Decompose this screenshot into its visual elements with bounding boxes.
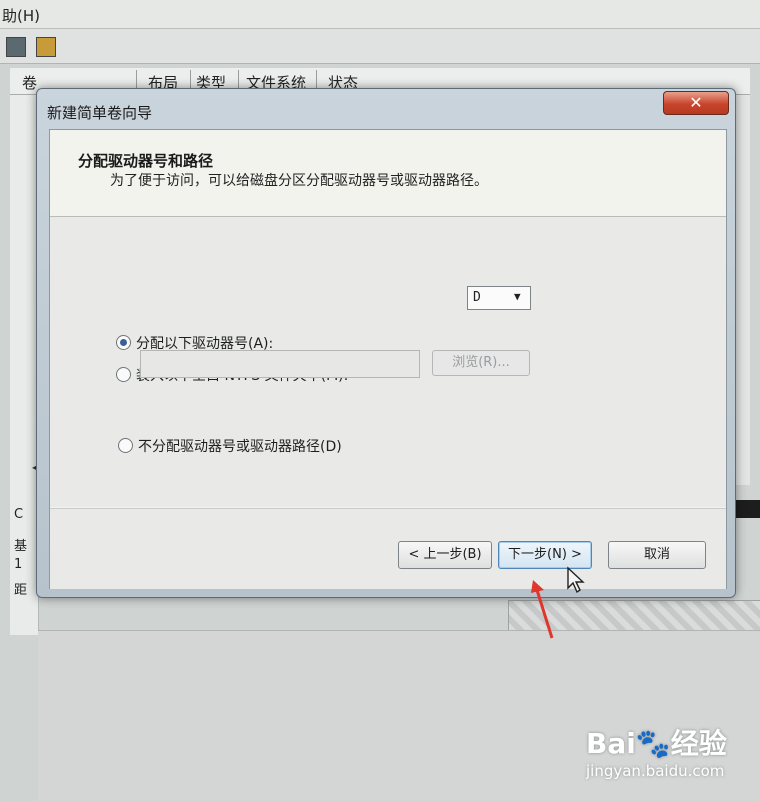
properties-icon[interactable]	[6, 37, 26, 57]
wizard-header: 分配驱动器号和路径 为了便于访问，可以给磁盘分区分配驱动器号或驱动器路径。	[50, 130, 726, 217]
disk-label-basic: 基	[14, 539, 28, 554]
option-label: 不分配驱动器号或驱动器路径(D)	[138, 439, 342, 455]
disk-label-c: C	[14, 507, 24, 522]
help-icon[interactable]	[36, 37, 56, 57]
disk-label-status: 距	[14, 583, 28, 598]
dialog-titlebar[interactable]: 新建简单卷向导 ✕	[37, 89, 735, 129]
page-description: 为了便于访问，可以给磁盘分区分配驱动器号或驱动器路径。	[110, 173, 488, 189]
folder-path-input[interactable]	[140, 350, 420, 378]
red-arrow-icon	[531, 580, 554, 639]
next-button[interactable]: 下一步(N) >	[498, 541, 592, 569]
close-icon: ✕	[689, 93, 703, 112]
new-simple-volume-wizard: 新建简单卷向导 ✕ 分配驱动器号和路径 为了便于访问，可以给磁盘分区分配驱动器号…	[36, 88, 736, 598]
browse-button[interactable]: 浏览(R)...	[432, 350, 530, 376]
baidu-watermark: Bai🐾经验 jingyan.baidu.com	[586, 722, 756, 786]
watermark-url: jingyan.baidu.com	[586, 762, 725, 780]
dialog-content: 分配驱动器号和路径 为了便于访问，可以给磁盘分区分配驱动器号或驱动器路径。 分配…	[49, 129, 727, 589]
page-title: 分配驱动器号和路径	[78, 152, 214, 170]
radio-mount-folder[interactable]	[116, 367, 131, 382]
toolbar	[0, 29, 760, 64]
cancel-button[interactable]: 取消	[608, 541, 706, 569]
back-button[interactable]: < 上一步(B)	[398, 541, 492, 569]
watermark-logo: Bai🐾经验	[586, 727, 727, 760]
wizard-footer: < 上一步(B) 下一步(N) > 取消	[50, 508, 726, 589]
column-volume[interactable]: 卷	[22, 72, 37, 93]
mouse-cursor-icon	[567, 566, 585, 594]
menu-help[interactable]: 助(H)	[2, 5, 40, 26]
radio-no-letter[interactable]	[118, 438, 133, 453]
dialog-title: 新建简单卷向导	[47, 104, 153, 122]
disk-label-size: 1	[14, 557, 23, 572]
drive-letter-value: D	[473, 290, 481, 305]
radio-assign-letter[interactable]	[116, 335, 131, 350]
chevron-down-icon: ▼	[514, 290, 521, 303]
close-button[interactable]: ✕	[663, 91, 729, 115]
menu-bar: 助(H)	[0, 0, 760, 29]
disk-label-column: C 基 1 距	[10, 95, 39, 635]
drive-letter-select[interactable]: D ▼	[467, 286, 531, 310]
